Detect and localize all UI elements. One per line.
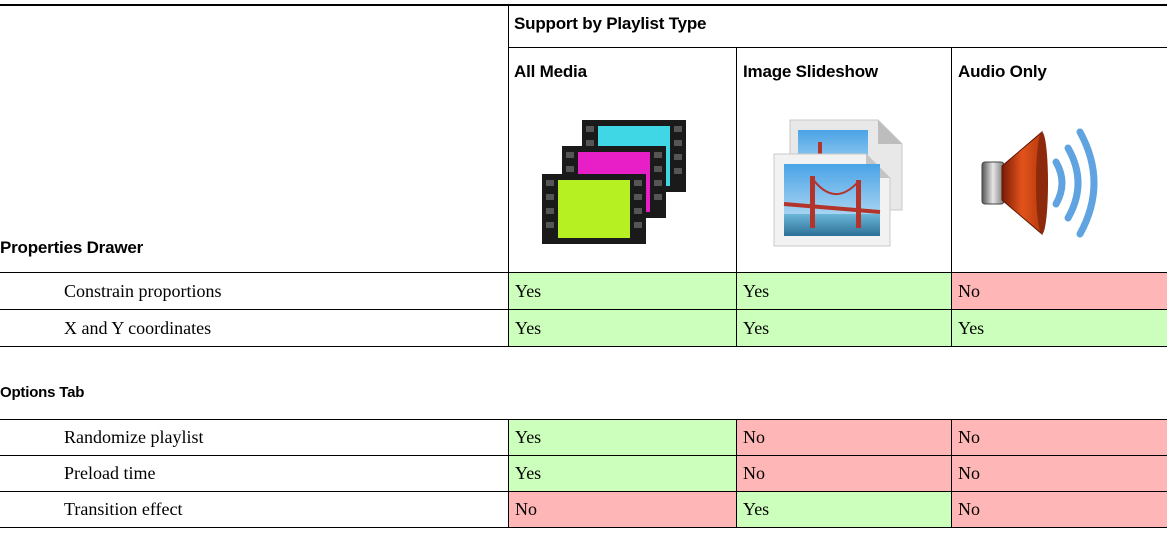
- section-title-properties-drawer: Properties Drawer: [0, 238, 144, 257]
- cell-audio-only: No: [952, 492, 1167, 527]
- header-col-sep-1: [508, 6, 509, 272]
- cell-image-slideshow: Yes: [737, 273, 951, 309]
- cell-all-media: Yes: [509, 273, 736, 309]
- col-sep: [951, 419, 952, 528]
- cell-image-slideshow: No: [737, 456, 951, 491]
- header-col-sep-3: [951, 47, 952, 272]
- cell-all-media: Yes: [509, 420, 736, 455]
- table-bottom-border: [0, 527, 1167, 528]
- row-divider: [0, 346, 1167, 347]
- row-label: Transition effect: [64, 499, 183, 519]
- cell-image-slideshow: No: [737, 420, 951, 455]
- table-top-border: [0, 4, 1167, 6]
- col-sep: [736, 419, 737, 528]
- cell-audio-only: No: [952, 420, 1167, 455]
- row-label: Constrain proportions: [64, 280, 222, 301]
- col-sep: [508, 272, 509, 347]
- column-header-image-slideshow: Image Slideshow: [743, 62, 878, 81]
- header-col-sep-2: [736, 47, 737, 272]
- video-filmstrip-icon: [542, 120, 686, 244]
- section-title-options-tab: Options Tab: [0, 384, 85, 401]
- cell-audio-only: No: [952, 456, 1167, 491]
- cell-audio-only: Yes: [952, 310, 1167, 346]
- group-header: Support by Playlist Type: [514, 14, 707, 33]
- cell-audio-only: No: [952, 273, 1167, 309]
- row-label: X and Y coordinates: [64, 317, 212, 338]
- cell-all-media: Yes: [509, 310, 736, 346]
- speaker-audio-icon: [981, 128, 1098, 238]
- cell-image-slideshow: Yes: [737, 492, 951, 527]
- row-label: Preload time: [64, 463, 156, 483]
- group-header-divider: [508, 47, 1167, 48]
- cell-all-media: No: [509, 492, 736, 527]
- column-header-audio-only: Audio Only: [958, 62, 1047, 81]
- image-slideshow-icon: [773, 119, 903, 247]
- row-label: Randomize playlist: [64, 427, 204, 447]
- cell-image-slideshow: Yes: [737, 310, 951, 346]
- column-header-all-media: All Media: [514, 62, 587, 81]
- cell-all-media: Yes: [509, 456, 736, 491]
- col-sep: [508, 419, 509, 528]
- col-sep: [736, 272, 737, 347]
- col-sep: [951, 272, 952, 347]
